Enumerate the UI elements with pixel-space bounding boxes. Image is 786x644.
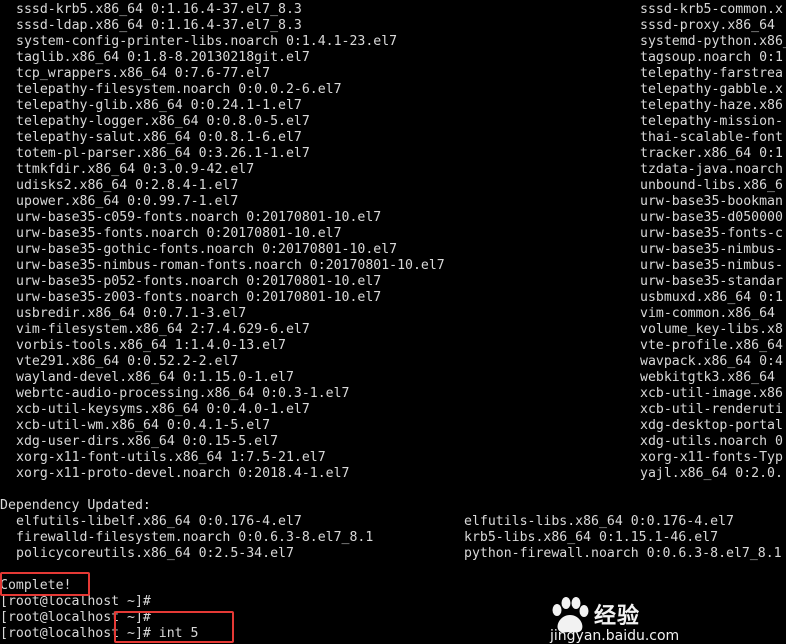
package-line: xcb-util-renderuti — [640, 402, 783, 417]
package-line: telepathy-salut.x86_64 0:0.8.1-6.el7 — [16, 130, 302, 145]
package-line: webkitgtk3.x86_64 — [640, 370, 783, 385]
package-line: telepathy-glib.x86_64 0:0.24.1-1.el7 — [16, 98, 302, 113]
command-highlight-box — [114, 611, 234, 643]
package-line: telepathy-logger.x86_64 0:0.8.0-5.el7 — [16, 114, 310, 129]
package-line: xorg-x11-fonts-Typ — [640, 450, 783, 465]
package-line: urw-base35-nimbus-roman-fonts.noarch 0:2… — [16, 258, 445, 273]
dependency-line: policycoreutils.x86_64 0:2.5-34.el7 — [16, 546, 294, 561]
dependency-line: python-firewall.noarch 0:0.6.3-8.el7_8.1 — [464, 546, 782, 561]
package-line: unbound-libs.x86_6 — [640, 178, 783, 193]
package-line: sssd-krb5-common.x — [640, 2, 783, 17]
package-line: urw-base35-nimbus- — [640, 258, 783, 273]
package-line: ttmkfdir.x86_64 0:3.0.9-42.el7 — [16, 162, 255, 177]
package-line: tzdata-java.noarch — [640, 162, 783, 177]
package-line: urw-base35-p052-fonts.noarch 0:20170801-… — [16, 274, 382, 289]
package-line: xcb-util-image.x86 — [640, 386, 783, 401]
package-line: sssd-krb5.x86_64 0:1.16.4-37.el7_8.3 — [16, 2, 302, 17]
package-line: xdg-user-dirs.x86_64 0:0.15-5.el7 — [16, 434, 279, 449]
package-line: telepathy-filesystem.noarch 0:0.0.2-6.el… — [16, 82, 342, 97]
package-line: totem-pl-parser.x86_64 0:3.26.1-1.el7 — [16, 146, 310, 161]
package-line: taglib.x86_64 0:1.8-8.20130218git.el7 — [16, 50, 310, 65]
baidu-jingyan-watermark: 经验 jingyan.baidu.com — [538, 592, 778, 644]
watermark-brand-text: 经验 — [594, 604, 641, 629]
package-line: urw-base35-bookman — [640, 194, 783, 209]
package-line: tcp_wrappers.x86_64 0:7.6-77.el7 — [16, 66, 271, 81]
dependency-line: firewalld-filesystem.noarch 0:0.6.3-8.el… — [16, 530, 374, 545]
package-line: xorg-x11-font-utils.x86_64 1:7.5-21.el7 — [16, 450, 326, 465]
package-line: vim-filesystem.x86_64 2:7.4.629-6.el7 — [16, 322, 310, 337]
package-line: vim-common.x86_64 — [640, 306, 783, 321]
package-line: urw-base35-z003-fonts.noarch 0:20170801-… — [16, 290, 382, 305]
package-line: urw-base35-nimbus- — [640, 242, 783, 257]
package-line: urw-base35-standar — [640, 274, 783, 289]
package-line: xdg-utils.noarch 0 — [640, 434, 783, 449]
package-line: telepathy-mission- — [640, 114, 783, 129]
package-line: sssd-ldap.x86_64 0:1.16.4-37.el7_8.3 — [16, 18, 302, 33]
shell-prompt: [root@localhost ~]# — [0, 594, 151, 609]
package-line: urw-base35-d050000 — [640, 210, 783, 225]
package-line: xcb-util-wm.x86_64 0:0.4.1-5.el7 — [16, 418, 271, 433]
package-line: telepathy-haze.x86 — [640, 98, 783, 113]
dependency-line: elfutils-libs.x86_64 0:0.176-4.el7 — [464, 514, 734, 529]
package-line: xcb-util-keysyms.x86_64 0:0.4.0-1.el7 — [16, 402, 310, 417]
dependency-line: krb5-libs.x86_64 0:1.15.1-46.el7 — [464, 530, 719, 545]
package-line: xdg-desktop-portal — [640, 418, 783, 433]
dependency-updated-heading: Dependency Updated: — [0, 498, 151, 513]
package-line: telepathy-farstrea — [640, 66, 783, 81]
package-line: urw-base35-fonts.noarch 0:20170801-10.el… — [16, 226, 342, 241]
package-line: urw-base35-gothic-fonts.noarch 0:2017080… — [16, 242, 398, 257]
dependency-line: elfutils-libelf.x86_64 0:0.176-4.el7 — [16, 514, 302, 529]
package-line: wayland-devel.x86_64 0:1.15.0-1.el7 — [16, 370, 294, 385]
package-line: volume_key-libs.x8 — [640, 322, 783, 337]
complete-highlight-box — [0, 572, 90, 596]
package-line: wavpack.x86_64 0:4 — [640, 354, 783, 369]
package-line: udisks2.x86_64 0:2.8.4-1.el7 — [16, 178, 239, 193]
package-line: yajl.x86_64 0:2.0. — [640, 466, 783, 481]
watermark-url-text: jingyan.baidu.com — [550, 628, 680, 644]
package-line: xorg-x11-proto-devel.noarch 0:2018.4-1.e… — [16, 466, 350, 481]
package-line: telepathy-gabble.x — [640, 82, 783, 97]
package-line: system-config-printer-libs.noarch 0:1.4.… — [16, 34, 398, 49]
package-line: usbredir.x86_64 0:0.7.1-3.el7 — [16, 306, 247, 321]
package-line: urw-base35-c059-fonts.noarch 0:20170801-… — [16, 210, 382, 225]
package-line: tagsoup.noarch 0:1 — [640, 50, 783, 65]
package-line: urw-base35-fonts-c — [640, 226, 783, 241]
package-line: vte-profile.x86_64 — [640, 338, 783, 353]
package-line: vorbis-tools.x86_64 1:1.4.0-13.el7 — [16, 338, 286, 353]
package-line: sssd-proxy.x86_64 — [640, 18, 783, 33]
package-line: upower.x86_64 0:0.99.7-1.el7 — [16, 194, 239, 209]
package-line: systemd-python.x86_ — [640, 34, 786, 49]
terminal-window[interactable]: sssd-krb5.x86_64 0:1.16.4-37.el7_8.3 sss… — [0, 0, 786, 644]
package-line: webrtc-audio-processing.x86_64 0:0.3-1.e… — [16, 386, 350, 401]
package-line: vte291.x86_64 0:0.52.2-2.el7 — [16, 354, 239, 369]
package-line: usbmuxd.x86_64 0:1 — [640, 290, 783, 305]
package-line: thai-scalable-font — [640, 130, 783, 145]
package-line: tracker.x86_64 0:1 — [640, 146, 783, 161]
